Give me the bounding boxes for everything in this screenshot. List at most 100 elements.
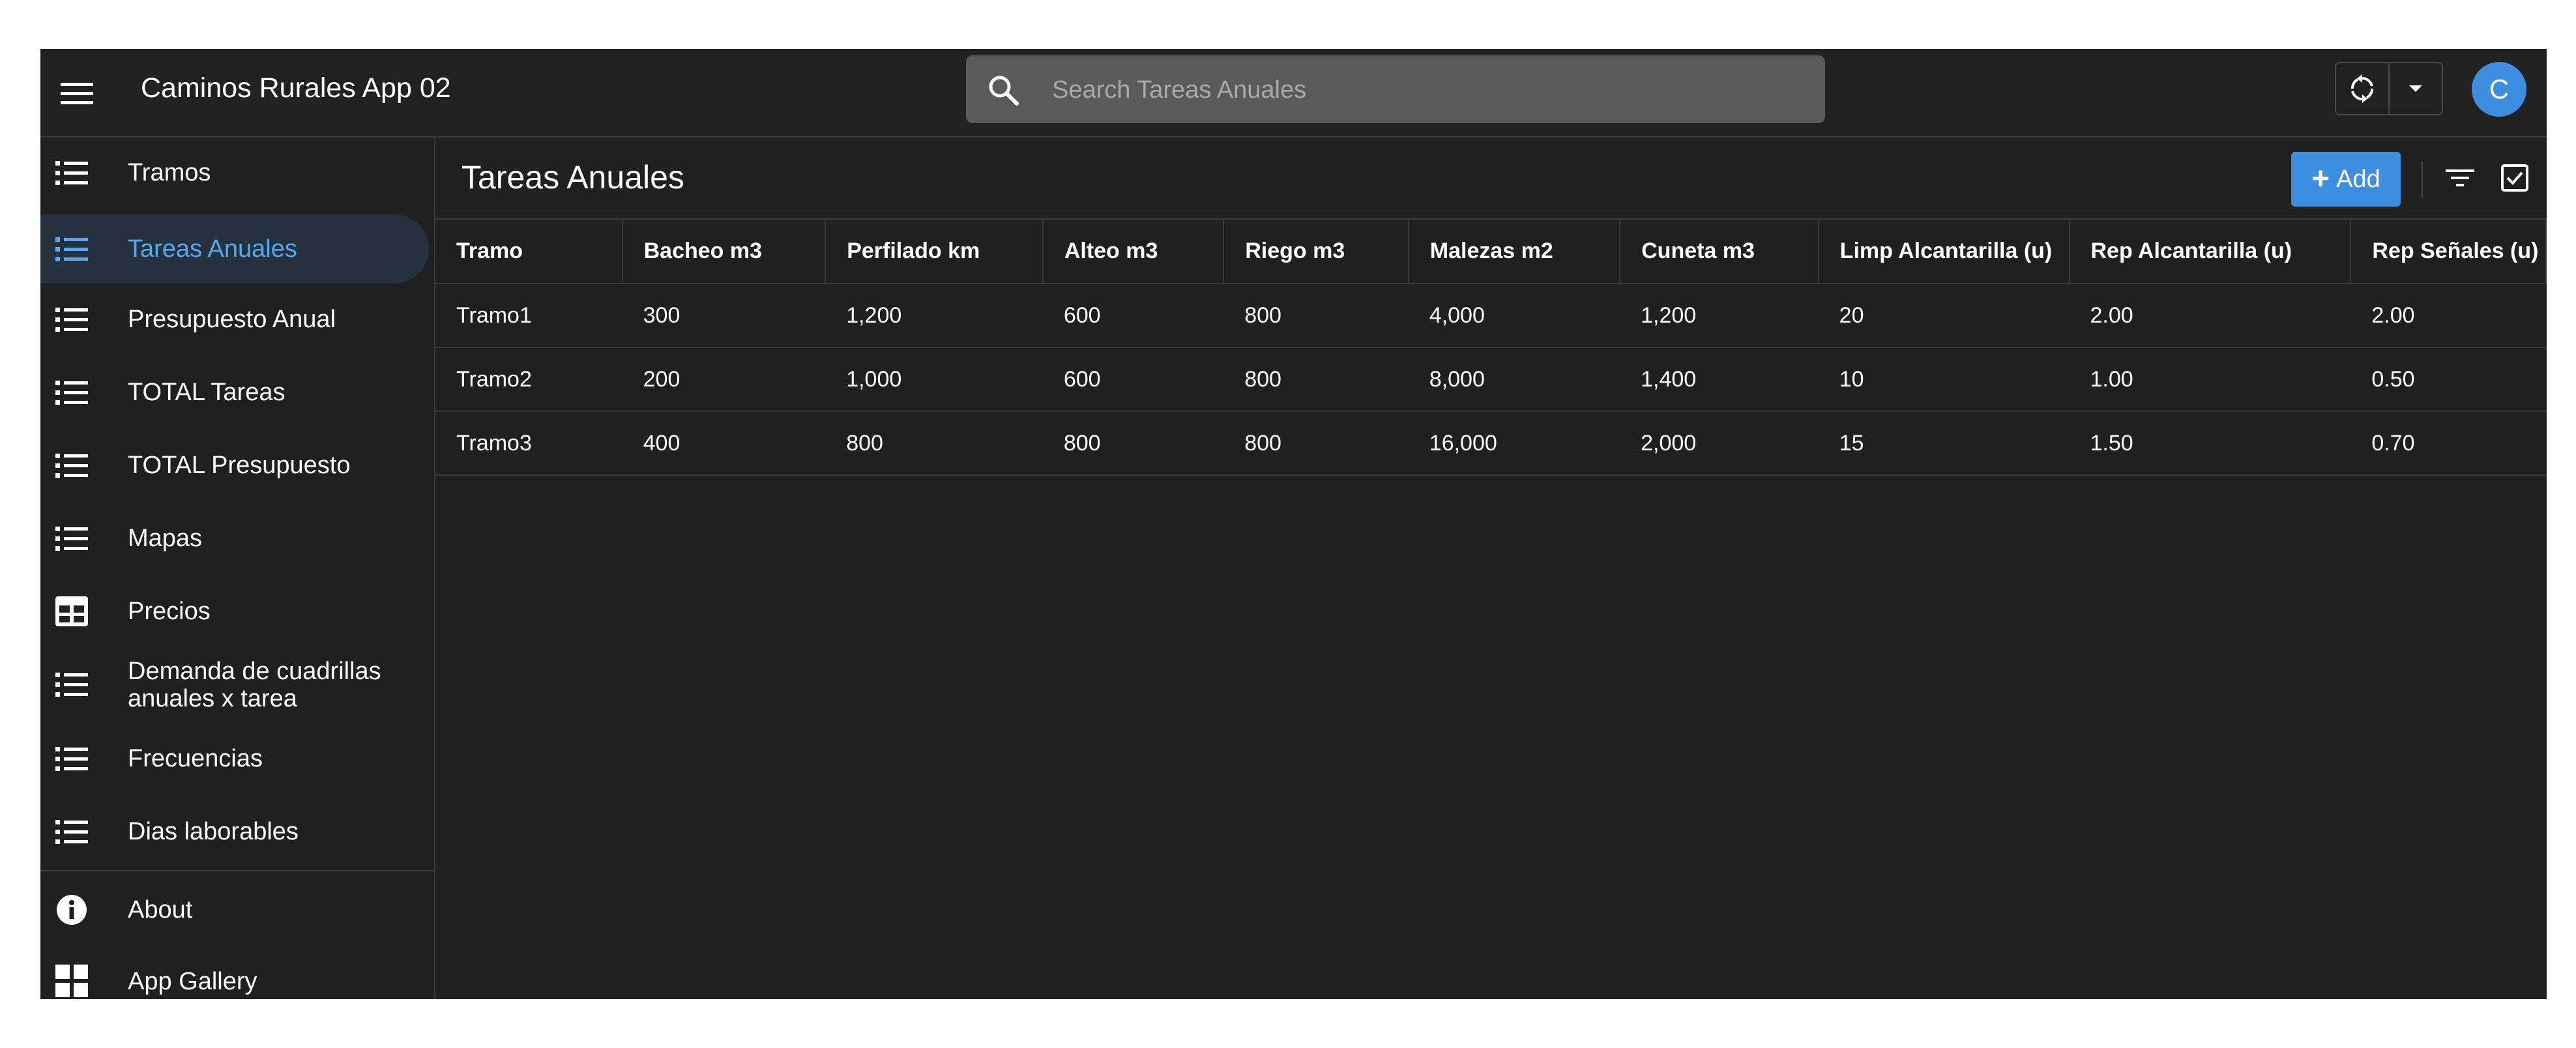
sync-button[interactable]: [2336, 63, 2388, 114]
grid-icon: [53, 963, 90, 999]
table-cell: 1.00: [2069, 347, 2351, 412]
table-cell: Tramo3: [435, 411, 622, 476]
table-cell: 800: [1223, 347, 1409, 412]
app-title: Caminos Rurales App 02: [141, 72, 451, 104]
sidebar-item-label: Tareas Anuales: [128, 235, 297, 263]
table-cell: 1.50: [2069, 411, 2351, 476]
column-header[interactable]: Alteo m3: [1042, 220, 1225, 284]
table-cell: 1,200: [1620, 284, 1819, 348]
table-cell: 8,000: [1408, 347, 1620, 412]
column-header[interactable]: Rep Alcantarilla (u): [2069, 220, 2352, 284]
column-header[interactable]: Cuneta m3: [1620, 220, 1819, 284]
sidebar-divider: [40, 870, 434, 871]
table-icon: [53, 593, 90, 630]
select-checkbox-icon[interactable]: [2496, 160, 2533, 196]
add-button-label: Add: [2336, 165, 2380, 193]
sync-options-button[interactable]: [2388, 63, 2442, 114]
content-header: Tareas Anuales + Add: [435, 138, 2547, 220]
table-cell: 15: [1818, 411, 2070, 476]
list-icon: [53, 301, 90, 338]
avatar[interactable]: C: [2472, 62, 2526, 117]
column-header[interactable]: Limp Alcantarilla (u): [1818, 220, 2070, 284]
sidebar-item-precios[interactable]: Precios: [40, 577, 429, 646]
sidebar-item-label: About: [128, 896, 193, 924]
caret-down-icon: [2409, 85, 2422, 92]
sidebar-item-presupuesto-anual[interactable]: Presupuesto Anual: [40, 285, 429, 354]
list-icon: [53, 231, 90, 267]
table-header-row: Tramo Bacheo m3 Perfilado km Alteo m3 Ri…: [435, 220, 2547, 284]
sidebar-item-label: Frecuencias: [128, 745, 263, 772]
table-cell: 1,200: [825, 284, 1043, 348]
page-title: Tareas Anuales: [461, 159, 684, 196]
sidebar-item-label: Mapas: [128, 525, 203, 552]
sidebar-item-total-tareas[interactable]: TOTAL Tareas: [40, 358, 429, 427]
list-icon: [53, 447, 90, 484]
table-cell: 2,000: [1620, 411, 1819, 476]
table-row[interactable]: Tramo3 400 800 800 800 16,000 2,000 15 1…: [435, 411, 2546, 476]
sidebar-item-total-presupuesto[interactable]: TOTAL Presupuesto: [40, 431, 429, 500]
table-cell: 0.50: [2350, 347, 2546, 412]
sidebar-item-mapas[interactable]: Mapas: [40, 504, 429, 573]
table-row[interactable]: Tramo1 300 1,200 600 800 4,000 1,200 20 …: [435, 284, 2546, 348]
sync-button-group: [2335, 62, 2443, 115]
list-icon: [53, 666, 90, 703]
sidebar-item-demanda-cuadrillas[interactable]: Demanda de cuadrillas anuales x tarea: [40, 650, 429, 719]
table-cell: 10: [1818, 347, 2070, 412]
table-cell: Tramo2: [435, 347, 622, 412]
sidebar-item-label: App Gallery: [128, 968, 257, 995]
list-icon: [53, 813, 90, 850]
column-header[interactable]: Bacheo m3: [622, 220, 827, 284]
sidebar-item-dias-laborables[interactable]: Dias laborables: [40, 797, 429, 866]
column-header[interactable]: Riego m3: [1223, 220, 1409, 284]
table-cell: 600: [1042, 284, 1224, 348]
sidebar-item-label-line1: Demanda de cuadrillas: [128, 658, 381, 685]
table-cell: 300: [622, 284, 826, 348]
sidebar-item-label-line2: anuales x tarea: [128, 685, 297, 712]
search-input[interactable]: [1051, 55, 1803, 124]
sidebar-item-frecuencias[interactable]: Frecuencias: [40, 724, 429, 793]
search-icon: [987, 74, 1019, 106]
column-header[interactable]: Tramo: [435, 220, 623, 284]
sidebar-item-label: Presupuesto Anual: [128, 306, 336, 333]
table-row[interactable]: Tramo2 200 1,000 600 800 8,000 1,400 10 …: [435, 347, 2546, 412]
data-table: Tramo Bacheo m3 Perfilado km Alteo m3 Ri…: [435, 220, 2547, 476]
column-header[interactable]: Rep Señales (u): [2350, 220, 2547, 284]
table-cell: 4,000: [1408, 284, 1620, 348]
table-cell: 1,000: [825, 347, 1043, 412]
sidebar-item-label: TOTAL Presupuesto: [128, 452, 351, 479]
table-cell: 2.00: [2350, 284, 2546, 348]
table-cell: 800: [1223, 411, 1409, 476]
table-cell: 0.70: [2350, 411, 2546, 476]
sidebar-item-label: Demanda de cuadrillas anuales x tarea: [128, 658, 381, 712]
table-cell: 800: [1042, 411, 1224, 476]
sidebar-item-label: Tramos: [128, 159, 211, 186]
list-icon: [53, 154, 90, 191]
sync-icon: [2351, 74, 2373, 103]
sidebar-item-tramos[interactable]: Tramos: [40, 139, 429, 207]
sidebar-item-about[interactable]: About: [40, 875, 429, 944]
sidebar-item-label: Dias laborables: [128, 818, 299, 845]
table-cell: 800: [1223, 284, 1409, 348]
table-cell: 20: [1818, 284, 2070, 348]
info-icon: [53, 892, 90, 928]
column-header[interactable]: Perfilado km: [825, 220, 1044, 284]
sidebar: Tramos Tareas Anuales Presupuesto Anual …: [40, 138, 435, 999]
list-icon: [53, 374, 90, 411]
sidebar-item-app-gallery[interactable]: App Gallery: [40, 948, 429, 999]
top-bar: Caminos Rurales App 02 Search Tareas Anu…: [40, 49, 2547, 138]
table-cell: Tramo1: [435, 284, 622, 348]
menu-icon[interactable]: [57, 75, 96, 111]
table-cell: 800: [825, 411, 1043, 476]
table-cell: 400: [622, 411, 826, 476]
table-cell: 1,400: [1620, 347, 1819, 412]
table-cell: 16,000: [1408, 411, 1620, 476]
filter-icon[interactable]: [2442, 160, 2478, 196]
search-box[interactable]: [966, 55, 1825, 124]
list-icon: [53, 740, 90, 777]
sidebar-item-tareas-anuales[interactable]: Tareas Anuales: [40, 214, 429, 284]
column-header[interactable]: Malezas m2: [1408, 220, 1621, 284]
sidebar-item-label: Precios: [128, 598, 211, 625]
table-cell: 600: [1042, 347, 1224, 412]
plus-icon: +: [2311, 162, 2330, 196]
add-button[interactable]: + Add: [2291, 152, 2401, 207]
